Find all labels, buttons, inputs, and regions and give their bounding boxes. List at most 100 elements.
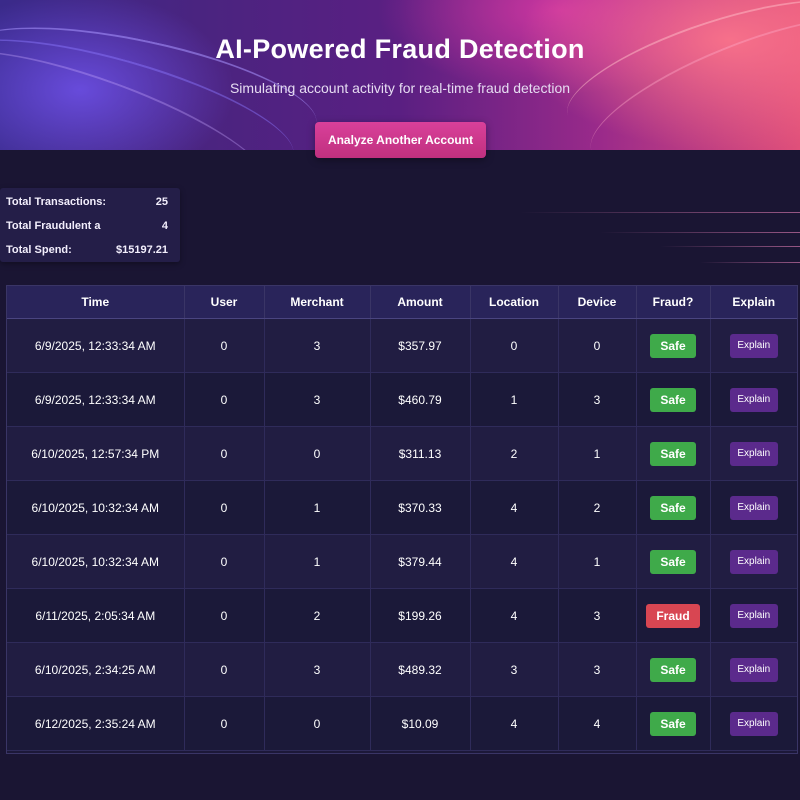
cell-device: 3 [558,372,637,427]
table-header-row: Time User Merchant Amount Location Devic… [7,286,797,319]
cell-device: 3 [558,642,637,697]
cell-location: 4 [470,534,559,589]
cell-merchant: 1 [264,480,371,535]
summary-label: Total Transactions: [6,196,107,208]
cell-amount: $489.32 [370,642,471,697]
background-streak [700,262,800,263]
cell-device: 1 [558,426,637,481]
summary-value: 25 [155,196,168,208]
cell-fraud: Safe [636,426,711,481]
cell-fraud: Safe [636,534,711,589]
cell-user: 0 [184,588,265,643]
table-row: 6/9/2025, 12:33:34 AM 0 3 $460.79 1 3 Sa… [7,372,797,427]
cell-location: 2 [470,426,559,481]
cell-device: 1 [558,534,637,589]
explain-button[interactable]: Explain [729,711,778,736]
cell-explain: Explain [710,696,797,751]
summary-total-fraudulent: Total Fraudulent a 4 [6,220,168,240]
cell-amount: $10.09 [370,696,471,751]
cell-time: 6/12/2025, 2:35:24 AM [7,696,185,751]
cell-fraud: Fraud [636,588,711,643]
cell-time: 6/11/2025, 2:05:34 AM [7,588,185,643]
page-subtitle: Simulating account activity for real-tim… [229,80,571,96]
column-header-explain: Explain [710,286,797,319]
table-row: 6/9/2025, 12:33:34 AM 0 3 $357.97 0 0 Sa… [7,318,797,373]
cell-explain: Explain [710,318,797,373]
cell-time: 6/9/2025, 12:33:34 AM [7,318,185,373]
column-header-merchant: Merchant [264,286,371,319]
cell-device: 2 [558,480,637,535]
explain-button[interactable]: Explain [729,603,778,628]
cell-time: 6/10/2025, 12:57:34 PM [7,426,185,481]
cell-explain: Explain [710,480,797,535]
cell-explain: Explain [710,372,797,427]
cell-amount: $379.44 [370,534,471,589]
safe-badge: Safe [650,549,696,574]
table-row: 6/11/2025, 2:05:34 AM 0 2 $199.26 4 3 Fr… [7,588,797,643]
column-header-time: Time [7,286,185,319]
cell-explain: Explain [710,426,797,481]
background-streak [660,246,800,247]
cell-merchant: 0 [264,696,371,751]
explain-button[interactable]: Explain [729,333,778,358]
cell-amount: $199.26 [370,588,471,643]
table-row: 6/12/2025, 2:35:24 AM 0 0 $10.09 4 4 Saf… [7,696,797,751]
safe-badge: Safe [650,711,696,736]
explain-button[interactable]: Explain [729,441,778,466]
table-row: 6/10/2025, 2:34:25 AM 0 3 $489.32 3 3 Sa… [7,642,797,697]
cell-merchant: 3 [264,372,371,427]
table-row: 6/10/2025, 12:57:34 PM 0 0 $311.13 2 1 S… [7,426,797,481]
page-title: AI-Powered Fraud Detection [215,34,585,64]
table-row: 6/10/2025, 10:32:34 AM 0 1 $370.33 4 2 S… [7,480,797,535]
transactions-table-container: Time User Merchant Amount Location Devic… [6,285,798,754]
cell-fraud: Safe [636,642,711,697]
summary-value: $15197.21 [116,244,168,256]
summary-value: 4 [161,220,168,232]
cell-explain: Explain [710,534,797,589]
cell-device: 0 [558,318,637,373]
fraud-badge: Fraud [646,603,700,628]
cell-device: 3 [558,588,637,643]
cell-amount: $370.33 [370,480,471,535]
cell-time: 6/10/2025, 10:32:34 AM [7,480,185,535]
cell-amount: $460.79 [370,372,471,427]
safe-badge: Safe [650,657,696,682]
summary-card: Total Transactions: 25 Total Fraudulent … [0,188,180,262]
cell-merchant: 3 [264,642,371,697]
transactions-table: Time User Merchant Amount Location Devic… [7,286,797,751]
cell-explain: Explain [710,588,797,643]
explain-button[interactable]: Explain [729,549,778,574]
cell-user: 0 [184,480,265,535]
column-header-user: User [184,286,265,319]
background-streak [520,212,800,213]
cell-explain: Explain [710,642,797,697]
explain-button[interactable]: Explain [729,657,778,682]
explain-button[interactable]: Explain [729,495,778,520]
cell-amount: $357.97 [370,318,471,373]
column-header-fraud: Fraud? [636,286,711,319]
explain-button[interactable]: Explain [729,387,778,412]
column-header-amount: Amount [370,286,471,319]
cell-location: 3 [470,642,559,697]
cell-time: 6/10/2025, 2:34:25 AM [7,642,185,697]
cell-user: 0 [184,372,265,427]
table-row: 6/10/2025, 10:32:34 AM 0 1 $379.44 4 1 S… [7,534,797,589]
cell-location: 4 [470,588,559,643]
safe-badge: Safe [650,495,696,520]
cell-merchant: 1 [264,534,371,589]
cell-time: 6/9/2025, 12:33:34 AM [7,372,185,427]
safe-badge: Safe [650,387,696,412]
cell-location: 1 [470,372,559,427]
column-header-location: Location [470,286,559,319]
background-streak [600,232,800,233]
cell-user: 0 [184,642,265,697]
safe-badge: Safe [650,333,696,358]
column-header-device: Device [558,286,637,319]
summary-total-spend: Total Spend: $15197.21 [6,244,168,264]
cell-location: 4 [470,696,559,751]
cell-location: 4 [470,480,559,535]
cell-fraud: Safe [636,480,711,535]
cell-merchant: 0 [264,426,371,481]
analyze-another-account-button[interactable]: Analyze Another Account [315,122,486,158]
cell-time: 6/10/2025, 10:32:34 AM [7,534,185,589]
